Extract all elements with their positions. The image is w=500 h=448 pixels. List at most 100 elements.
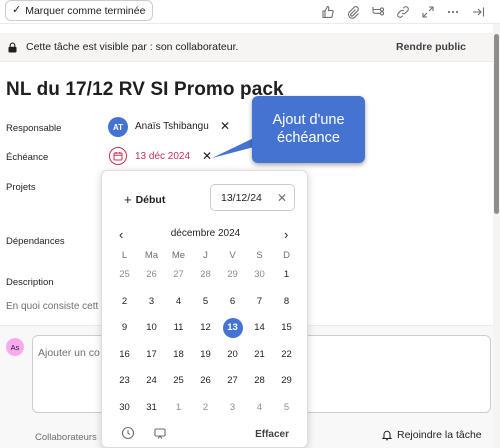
calendar-day[interactable]: 7	[246, 292, 273, 312]
paperclip-icon[interactable]	[344, 3, 361, 20]
calendar-day[interactable]: 30	[111, 398, 138, 418]
more-icon[interactable]	[444, 3, 461, 20]
task-toolbar: ✓ Marquer comme terminée	[0, 0, 500, 24]
calendar-day[interactable]: 30	[246, 265, 273, 285]
next-month-icon[interactable]: ›	[284, 227, 288, 242]
visibility-banner: Cette tâche est visible par : son collab…	[0, 33, 493, 62]
calendar-day[interactable]: 22	[273, 345, 300, 365]
calendar-day[interactable]: 4	[246, 398, 273, 418]
calendar-day[interactable]: 5	[273, 398, 300, 418]
calendar-day[interactable]: 6	[219, 292, 246, 312]
thumbs-up-icon[interactable]	[319, 3, 336, 20]
calendar-day[interactable]: 4	[165, 292, 192, 312]
calendar-day[interactable]: 28	[246, 371, 273, 391]
comment-placeholder: Ajouter un co	[38, 347, 100, 359]
subtask-icon[interactable]	[369, 3, 386, 20]
calendar-day[interactable]: 2	[111, 292, 138, 312]
weekday-header: D	[283, 250, 290, 261]
calendar-day[interactable]: 25	[165, 371, 192, 391]
clear-date-icon[interactable]: ✕	[277, 191, 287, 205]
calendar-day[interactable]: 26	[138, 265, 165, 285]
link-icon[interactable]	[394, 3, 411, 20]
due-date-label: Échéance	[6, 152, 49, 163]
assignee-label: Responsable	[6, 123, 62, 134]
weekday-header: Me	[171, 250, 186, 261]
task-title[interactable]: NL du 17/12 RV SI Promo pack	[6, 79, 284, 101]
calendar-day[interactable]: 2	[192, 398, 219, 418]
join-task-label: Rejoindre la tâche	[397, 429, 482, 441]
visibility-text: Cette tâche est visible par : son collab…	[26, 41, 239, 53]
description-label: Description	[6, 277, 54, 288]
weekday-header: V	[229, 250, 236, 261]
calendar-day[interactable]: 18	[165, 345, 192, 365]
plus-icon: +	[124, 192, 132, 207]
month-label: décembre 2024	[170, 228, 241, 239]
collaborators-label: Collaborateurs	[35, 432, 97, 443]
calendar-day[interactable]: 3	[219, 398, 246, 418]
checkmark-icon: ✓	[12, 4, 22, 16]
weekday-header: Ma	[144, 250, 159, 261]
current-user-avatar: As	[6, 338, 24, 356]
calendar-day[interactable]: 14	[246, 318, 273, 338]
calendar-day[interactable]: 31	[138, 398, 165, 418]
calendar-day[interactable]: 29	[219, 265, 246, 285]
calendar-day-selected[interactable]: 13	[222, 318, 243, 338]
weekday-header: J	[203, 250, 208, 261]
calendar-day[interactable]: 28	[192, 265, 219, 285]
make-public-button[interactable]: Rendre public	[396, 41, 466, 53]
calendar-day[interactable]: 23	[111, 371, 138, 391]
calendar-day[interactable]: 1	[165, 398, 192, 418]
dependencies-label: Dépendances	[6, 236, 65, 247]
calendar-day[interactable]: 27	[219, 371, 246, 391]
weekday-header: L	[121, 250, 128, 261]
description-placeholder[interactable]: En quoi consiste cett	[6, 301, 98, 312]
calendar-day[interactable]: 12	[192, 318, 219, 338]
calendar-day[interactable]: 27	[165, 265, 192, 285]
calendar-day[interactable]: 29	[273, 371, 300, 391]
calendar-day[interactable]: 8	[273, 292, 300, 312]
remove-assignee-icon[interactable]: ✕	[220, 120, 230, 132]
calendar-day[interactable]: 24	[138, 371, 165, 391]
clear-due-date-icon[interactable]: ✕	[202, 150, 212, 162]
bell-icon	[381, 430, 393, 441]
calendar-day[interactable]: 17	[138, 345, 165, 365]
date-picker-footer: Effacer	[102, 419, 309, 448]
tooltip-line-2: échéance	[277, 129, 340, 146]
assignee-name[interactable]: Anaïs Tshibangu	[135, 121, 209, 132]
calendar-day[interactable]: 11	[165, 318, 192, 338]
assignee-avatar[interactable]: AT	[108, 117, 128, 137]
clock-icon[interactable]	[121, 426, 135, 440]
recurrence-icon[interactable]	[153, 426, 167, 440]
projects-label: Projets	[6, 182, 36, 193]
due-date-value[interactable]: 13 déc 2024	[135, 151, 190, 162]
close-arrow-icon[interactable]	[469, 3, 486, 20]
join-task-button[interactable]: Rejoindre la tâche	[381, 429, 482, 441]
calendar-day[interactable]: 21	[246, 345, 273, 365]
calendar-day[interactable]: 1	[273, 265, 300, 285]
mark-complete-label: Marquer comme terminée	[25, 4, 146, 17]
scrollbar-thumb[interactable]	[494, 34, 499, 214]
calendar-icon[interactable]	[109, 147, 127, 165]
due-date-input-value: 13/12/24	[221, 191, 262, 204]
calendar-day[interactable]: 20	[219, 345, 246, 365]
tooltip-line-1: Ajout d'une	[272, 112, 345, 129]
mark-complete-button[interactable]: ✓ Marquer comme terminée	[5, 0, 154, 21]
calendar-day[interactable]: 15	[273, 318, 300, 338]
calendar-day[interactable]: 10	[138, 318, 165, 338]
date-picker: + Début 13/12/24 ✕ ‹ décembre 2024 › L Ma…	[101, 170, 308, 448]
weekday-header: S	[256, 250, 263, 261]
clear-button[interactable]: Effacer	[255, 429, 289, 440]
lock-icon	[8, 42, 17, 52]
add-start-date-button[interactable]: + Début	[124, 192, 165, 207]
calendar-day[interactable]: 26	[192, 371, 219, 391]
calendar-day[interactable]: 25	[111, 265, 138, 285]
scrollbar[interactable]	[493, 24, 500, 448]
calendar-day[interactable]: 9	[111, 318, 138, 338]
due-date-input[interactable]: 13/12/24 ✕	[210, 184, 295, 211]
calendar-day[interactable]: 3	[138, 292, 165, 312]
due-date-tooltip: Ajout d'une échéance	[252, 96, 365, 163]
calendar-day[interactable]: 16	[111, 345, 138, 365]
expand-icon[interactable]	[419, 3, 436, 20]
calendar-day[interactable]: 19	[192, 345, 219, 365]
calendar-day[interactable]: 5	[192, 292, 219, 312]
